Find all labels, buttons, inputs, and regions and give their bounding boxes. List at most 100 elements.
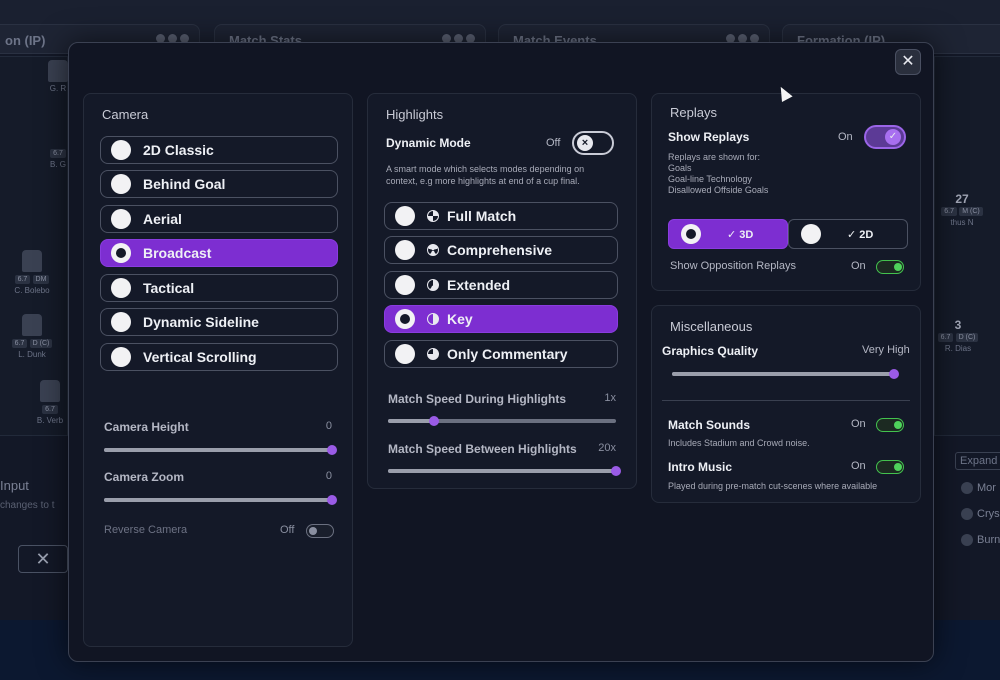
match-settings-modal: ✕ Camera 2D Classic Behind Goal Aerial B… xyxy=(68,42,934,662)
radio-selected-icon xyxy=(395,309,415,329)
toggle-knob xyxy=(893,420,902,429)
highlight-option-extended[interactable]: Extended xyxy=(384,271,618,299)
bg-list-item: Crys xyxy=(955,508,1000,520)
highlight-option-comprehensive[interactable]: Comprehensive xyxy=(384,236,618,264)
bg-list-item: Burn xyxy=(955,534,1000,546)
option-label: Dynamic Sideline xyxy=(143,314,259,330)
radio-icon xyxy=(395,275,415,295)
radio-icon xyxy=(801,224,821,244)
camera-option-vertical-scrolling[interactable]: Vertical Scrolling xyxy=(100,343,338,371)
graphics-quality-value: Very High xyxy=(862,344,910,356)
camera-zoom-value: 0 xyxy=(325,470,332,482)
dynamic-mode-toggle[interactable]: × xyxy=(572,131,614,155)
camera-height-value: 0 xyxy=(325,420,332,432)
replay-mode-2d-button[interactable]: ✓ 2D xyxy=(788,219,908,249)
opposition-replays-label: Show Opposition Replays xyxy=(670,260,796,272)
camera-option-behind-goal[interactable]: Behind Goal xyxy=(100,170,338,198)
show-replays-toggle[interactable]: ✓ xyxy=(864,125,906,149)
slider-thumb[interactable] xyxy=(327,495,337,505)
comprehensive-icon xyxy=(427,244,439,256)
opposition-replays-toggle[interactable] xyxy=(876,260,904,274)
option-label: Only Commentary xyxy=(447,346,568,362)
speed-during-slider[interactable] xyxy=(388,416,616,426)
bg-player: 3 6.7 D (C) R. Dias xyxy=(928,318,988,353)
radio-selected-icon xyxy=(111,243,131,263)
slider-thumb[interactable] xyxy=(327,445,337,455)
speed-during-label: Match Speed During Highlights xyxy=(388,392,567,406)
replays-item-goals: Goals xyxy=(668,163,692,173)
club-badge-icon xyxy=(961,534,973,546)
speed-between-value: 20x xyxy=(598,442,616,454)
slider-fill xyxy=(388,419,434,423)
bg-input-sub: changes to t xyxy=(0,500,55,511)
graphics-quality-slider[interactable] xyxy=(672,369,899,379)
show-replays-value: On xyxy=(838,131,853,143)
option-label: Key xyxy=(447,311,473,327)
reverse-camera-value: Off xyxy=(280,524,295,536)
replays-panel-title: Replays xyxy=(670,105,717,120)
camera-zoom-slider[interactable] xyxy=(104,495,337,505)
dynamic-mode-label: Dynamic Mode xyxy=(386,136,471,150)
option-label: Aerial xyxy=(143,211,182,227)
radio-icon xyxy=(395,344,415,364)
camera-option-dynamic-sideline[interactable]: Dynamic Sideline xyxy=(100,308,338,336)
radio-selected-icon xyxy=(681,224,701,244)
intro-music-value: On xyxy=(851,460,866,472)
highlight-option-key[interactable]: Key xyxy=(384,305,618,333)
dynamic-mode-desc-2: context, e.g more highlights at end of a… xyxy=(386,176,580,186)
reverse-camera-toggle[interactable] xyxy=(306,524,334,538)
show-replays-label: Show Replays xyxy=(668,130,750,144)
toggle-knob xyxy=(309,526,317,535)
replays-item-goal-line: Goal-line Technology xyxy=(668,174,752,184)
club-badge-icon xyxy=(961,482,973,494)
camera-zoom-label: Camera Zoom xyxy=(104,470,185,484)
speed-during-value: 1x xyxy=(604,392,616,404)
club-badge-icon xyxy=(961,508,973,520)
shirt-icon xyxy=(22,314,42,336)
opposition-replays-value: On xyxy=(851,260,866,272)
radio-icon xyxy=(111,347,131,367)
slider-thumb[interactable] xyxy=(428,416,439,426)
graphics-quality-label: Graphics Quality xyxy=(662,344,759,358)
radio-icon xyxy=(395,206,415,226)
radio-icon xyxy=(111,312,131,332)
dynamic-mode-desc-1: A smart mode which selects modes dependi… xyxy=(386,164,585,174)
intro-music-toggle[interactable] xyxy=(876,460,904,474)
highlight-option-full-match[interactable]: Full Match xyxy=(384,202,618,230)
option-label: Broadcast xyxy=(143,245,212,261)
camera-option-aerial[interactable]: Aerial xyxy=(100,205,338,233)
camera-height-slider[interactable] xyxy=(104,445,337,455)
camera-height-label: Camera Height xyxy=(104,420,189,434)
radio-icon xyxy=(111,174,131,194)
camera-panel: Camera 2D Classic Behind Goal Aerial Bro… xyxy=(83,93,353,647)
only-commentary-icon xyxy=(427,348,439,360)
camera-option-broadcast[interactable]: Broadcast xyxy=(100,239,338,267)
camera-option-2d-classic[interactable]: 2D Classic xyxy=(100,136,338,164)
replays-panel: Replays Show Replays On ✓ Replays are sh… xyxy=(651,93,921,291)
match-sounds-label: Match Sounds xyxy=(668,418,751,432)
highlights-panel: Highlights Dynamic Mode Off × A smart mo… xyxy=(367,93,637,489)
replay-mode-3d-button[interactable]: ✓ 3D xyxy=(668,219,788,249)
match-sounds-toggle[interactable] xyxy=(876,418,904,432)
bg-player: 6.7 DM C. Bolebo xyxy=(2,250,62,295)
bg-panel-title: on (IP) xyxy=(5,33,46,48)
bg-close-icon: ✕ xyxy=(18,545,68,573)
slider-fill xyxy=(104,498,332,502)
speed-between-slider[interactable] xyxy=(388,466,621,476)
replays-shown-for: Replays are shown for: xyxy=(668,152,761,162)
replay-mode-label: ✓ 2D xyxy=(847,228,874,241)
camera-option-tactical[interactable]: Tactical xyxy=(100,274,338,302)
toggle-knob xyxy=(893,462,902,471)
match-sounds-value: On xyxy=(851,418,866,430)
slider-thumb[interactable] xyxy=(611,466,621,476)
highlight-option-only-commentary[interactable]: Only Commentary xyxy=(384,340,618,368)
match-sounds-desc: Includes Stadium and Crowd noise. xyxy=(668,438,810,448)
replay-mode-label: ✓ 3D xyxy=(727,228,754,241)
full-match-icon xyxy=(427,210,439,222)
slider-thumb[interactable] xyxy=(889,369,899,379)
divider xyxy=(662,400,910,401)
camera-panel-title: Camera xyxy=(102,107,149,122)
bg-right-list: Expand Mor Crys Burn xyxy=(955,452,1000,560)
bg-pitch-right xyxy=(934,56,1000,436)
close-button[interactable]: ✕ xyxy=(895,49,921,75)
